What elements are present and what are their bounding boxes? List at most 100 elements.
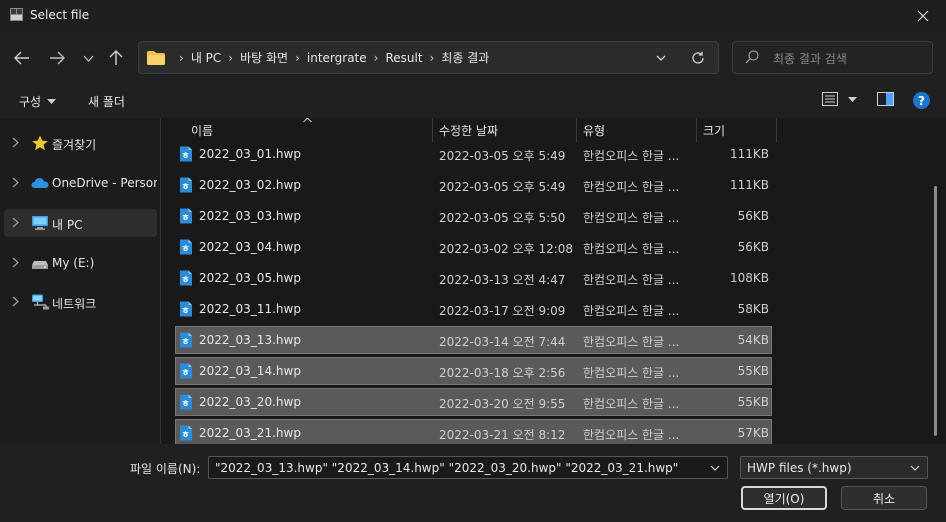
file-row[interactable]: ㅎ 2022_03_03.hwp 2022-03-05 오후 5:50 한컴오피스 한… <box>175 202 772 230</box>
file-type: 한컴오피스 한글 ... <box>583 180 680 194</box>
address-history-button[interactable] <box>651 48 671 68</box>
file-size: 54KB <box>737 333 769 347</box>
file-name: 2022_03_20.hwp <box>199 395 301 409</box>
file-size: 55KB <box>737 364 769 378</box>
search-box[interactable]: 최종 결과 검색 <box>732 41 933 74</box>
file-name: 2022_03_21.hwp <box>199 426 301 440</box>
new-folder-button[interactable]: 새 폴더 <box>88 93 125 110</box>
svg-text:ㅎ: ㅎ <box>181 183 189 193</box>
breadcrumb-item-pc[interactable]: 내 PC <box>191 49 221 66</box>
filetype-select[interactable]: HWP files (*.hwp) <box>740 456 928 479</box>
search-icon <box>745 50 759 64</box>
file-list: 이름 수정한 날짜 유형 크기 ㅎ 2022_03_01.hwp 2022-03-0… <box>161 118 946 444</box>
breadcrumb-separator: › <box>228 50 234 65</box>
file-date: 2022-03-20 오전 9:55 <box>439 397 566 411</box>
file-date: 2022-03-18 오후 2:56 <box>439 366 566 380</box>
file-row[interactable]: ㅎ 2022_03_13.hwp 2022-03-14 오전 7:44 한컴오피스 한… <box>175 326 772 354</box>
file-row[interactable]: ㅎ 2022_03_05.hwp 2022-03-13 오전 4:47 한컴오피스 한… <box>175 264 772 292</box>
file-date: 2022-03-05 오후 5:49 <box>439 149 566 163</box>
up-button[interactable] <box>104 44 128 72</box>
breadcrumb-item-intergrate[interactable]: intergrate <box>307 51 367 65</box>
column-header-name[interactable]: 이름 <box>191 122 213 139</box>
svg-text:ㅎ: ㅎ <box>181 214 189 224</box>
svg-text:ㅎ: ㅎ <box>181 400 189 410</box>
filename-input[interactable]: "2022_03_13.hwp" "2022_03_14.hwp" "2022_… <box>208 456 728 479</box>
refresh-button[interactable] <box>688 48 708 68</box>
file-size: 57KB <box>737 426 769 440</box>
file-row[interactable]: ㅎ 2022_03_04.hwp 2022-03-02 오후 12:08 한컴오피스 … <box>175 233 772 261</box>
sidebar-item-this-pc[interactable]: 내 PC <box>4 209 157 237</box>
file-type: 한컴오피스 한글 ... <box>583 428 680 442</box>
hwp-file-icon: ㅎ <box>180 394 192 410</box>
file-row[interactable]: ㅎ 2022_03_20.hwp 2022-03-20 오전 9:55 한컴오피스 한… <box>175 388 772 416</box>
file-size: 56KB <box>737 240 769 254</box>
preview-pane-icon <box>877 92 894 106</box>
column-header-type[interactable]: 유형 <box>583 122 605 139</box>
column-header-date[interactable]: 수정한 날짜 <box>439 122 498 139</box>
drive-icon <box>32 261 48 269</box>
hwp-file-icon: ㅎ <box>180 208 192 224</box>
sidebar-item-onedrive[interactable]: OneDrive - Persona <box>4 169 157 197</box>
chevron-right-icon[interactable] <box>12 296 19 307</box>
address-bar[interactable]: › 내 PC › 바탕 화면 › intergrate › Result › 최… <box>138 41 719 74</box>
help-icon: ? <box>913 92 930 109</box>
organize-button[interactable]: 구성 <box>19 93 57 110</box>
chevron-right-icon[interactable] <box>12 137 19 148</box>
preview-pane-button[interactable] <box>877 92 894 109</box>
file-size: 111KB <box>729 178 769 192</box>
column-divider[interactable] <box>432 118 433 142</box>
caret-down-icon <box>848 96 857 102</box>
filetype-value: HWP files (*.hwp) <box>747 461 852 475</box>
file-type: 한컴오피스 한글 ... <box>583 273 680 287</box>
file-row[interactable]: ㅎ 2022_03_21.hwp 2022-03-21 오전 8:12 한컴오피스 한… <box>175 419 772 444</box>
filename-value: "2022_03_13.hwp" "2022_03_14.hwp" "2022_… <box>215 461 679 475</box>
file-size: 108KB <box>729 271 769 285</box>
back-button[interactable] <box>10 44 34 72</box>
sidebar-item-drive-e[interactable]: My (E:) <box>4 249 157 277</box>
svg-text:?: ? <box>918 94 925 108</box>
file-type: 한컴오피스 한글 ... <box>583 211 680 225</box>
file-row[interactable]: ㅎ 2022_03_11.hwp 2022-03-17 오전 9:09 한컴오피스 한… <box>175 295 772 323</box>
svg-text:ㅎ: ㅎ <box>181 152 189 162</box>
column-divider[interactable] <box>576 118 577 142</box>
column-divider[interactable] <box>696 118 697 142</box>
cancel-button[interactable]: 취소 <box>841 486 927 510</box>
sidebar-item-label: My (E:) <box>52 256 95 270</box>
forward-button[interactable] <box>45 44 69 72</box>
sidebar-item-favorites[interactable]: 즐겨찾기 <box>4 129 157 157</box>
file-row[interactable]: ㅎ 2022_03_01.hwp 2022-03-05 오후 5:49 한컴오피스 한… <box>175 140 772 168</box>
file-row[interactable]: ㅎ 2022_03_14.hwp 2022-03-18 오후 2:56 한컴오피스 한… <box>175 357 772 385</box>
network-icon <box>32 294 49 310</box>
file-name: 2022_03_01.hwp <box>199 147 301 161</box>
breadcrumb-item-result[interactable]: Result <box>385 51 422 65</box>
close-button[interactable] <box>900 0 946 32</box>
chevron-down-icon[interactable] <box>707 460 723 476</box>
vertical-scrollbar[interactable] <box>934 186 937 436</box>
close-icon <box>917 10 929 22</box>
chevron-right-icon[interactable] <box>12 217 19 228</box>
chevron-right-icon[interactable] <box>12 257 19 268</box>
column-divider[interactable] <box>776 118 777 142</box>
file-type: 한컴오피스 한글 ... <box>583 304 680 318</box>
breadcrumb-item-desktop[interactable]: 바탕 화면 <box>240 49 288 66</box>
file-type: 한컴오피스 한글 ... <box>583 397 680 411</box>
column-header-size[interactable]: 크기 <box>703 122 725 139</box>
file-type: 한컴오피스 한글 ... <box>583 366 680 380</box>
hwp-file-icon: ㅎ <box>180 425 192 441</box>
hwp-file-icon: ㅎ <box>180 363 192 379</box>
file-name: 2022_03_14.hwp <box>199 364 301 378</box>
filename-label: 파일 이름(N): <box>130 462 201 476</box>
open-button[interactable]: 열기(O) <box>741 486 827 510</box>
svg-text:ㅎ: ㅎ <box>181 338 189 348</box>
breadcrumb-separator: › <box>295 50 300 65</box>
file-row[interactable]: ㅎ 2022_03_02.hwp 2022-03-05 오후 5:49 한컴오피스 한… <box>175 171 772 199</box>
view-options-button[interactable] <box>822 92 857 106</box>
breadcrumb-item-final[interactable]: 최종 결과 <box>441 49 489 66</box>
help-button[interactable]: ? <box>913 92 930 112</box>
file-date: 2022-03-17 오전 9:09 <box>439 304 566 318</box>
hwp-file-icon: ㅎ <box>180 270 192 286</box>
recent-locations-button[interactable] <box>76 44 100 72</box>
chevron-right-icon[interactable] <box>12 177 19 188</box>
sidebar-item-network[interactable]: 네트워크 <box>4 288 157 316</box>
svg-text:ㅎ: ㅎ <box>181 431 189 441</box>
